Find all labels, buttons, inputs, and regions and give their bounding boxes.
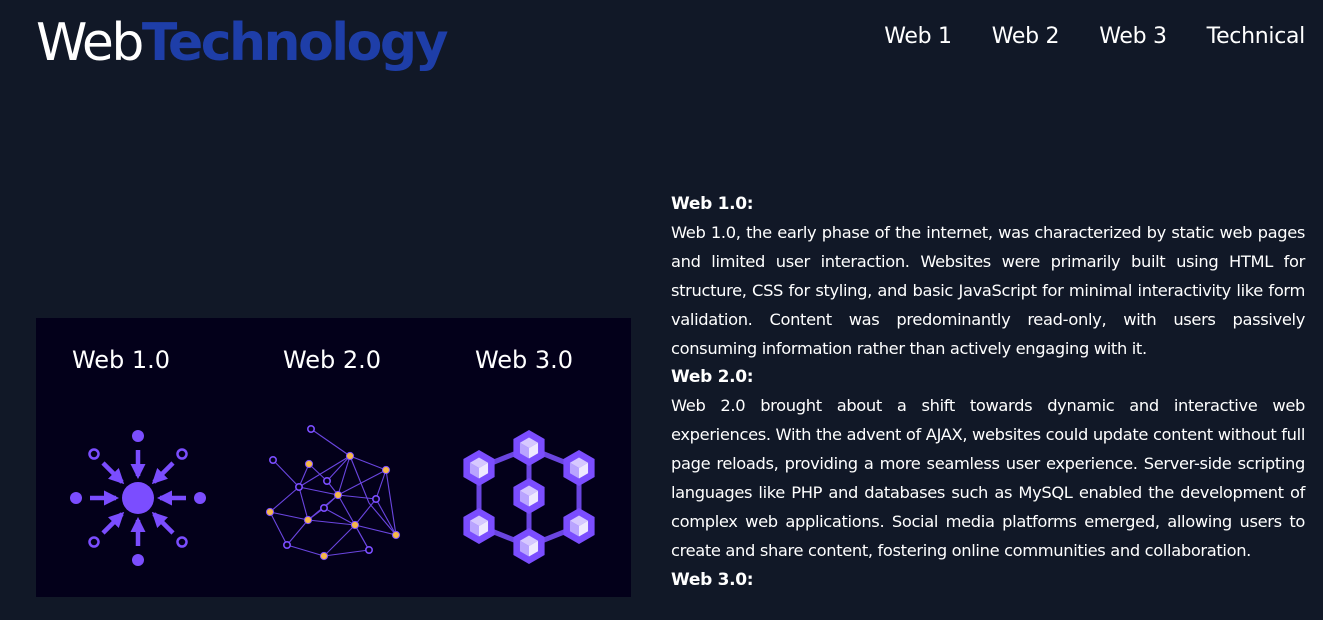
web-evolution-image: Web 1.0 Web 2.0 Web 3.0 [36,318,631,597]
blockchain-cubes-icon [463,430,595,564]
logo-text-web: Web [36,13,144,73]
web-2-0-label: Web 2.0 [283,346,381,374]
web-3-0-label: Web 3.0 [475,346,573,374]
section-text-web-1: Web 1.0, the early phase of the internet… [671,222,1305,358]
section-title-web-3: Web 3.0: [671,569,754,590]
section-title-web-2: Web 2.0: [671,367,754,388]
web-evolution-illustration: Web 1.0 Web 2.0 Web 3.0 [70,346,595,566]
site-logo[interactable]: WebTechnology [36,6,449,80]
network-graph-icon [265,425,401,561]
main-nav: Web 1 Web 2 Web 3 Technical [884,24,1305,49]
section-title-web-1: Web 1.0: [671,194,754,214]
main-content: Web 1.0: Web 1.0, the early phase of the… [671,190,1305,595]
logo-text-technology: Technology [141,13,449,73]
nav-link-web-3[interactable]: Web 3 [1099,24,1167,49]
site-header: WebTechnology Web 1 Web 2 Web 3 Technica… [0,0,1323,90]
web-1-0-label: Web 1.0 [72,346,170,374]
nav-link-web-1[interactable]: Web 1 [884,24,952,49]
nav-link-technical[interactable]: Technical [1207,24,1306,49]
section-text-web-2: Web 2.0 brought about a shift towards dy… [671,396,1305,560]
hub-arrows-icon [70,430,206,566]
nav-link-web-2[interactable]: Web 2 [992,24,1060,49]
